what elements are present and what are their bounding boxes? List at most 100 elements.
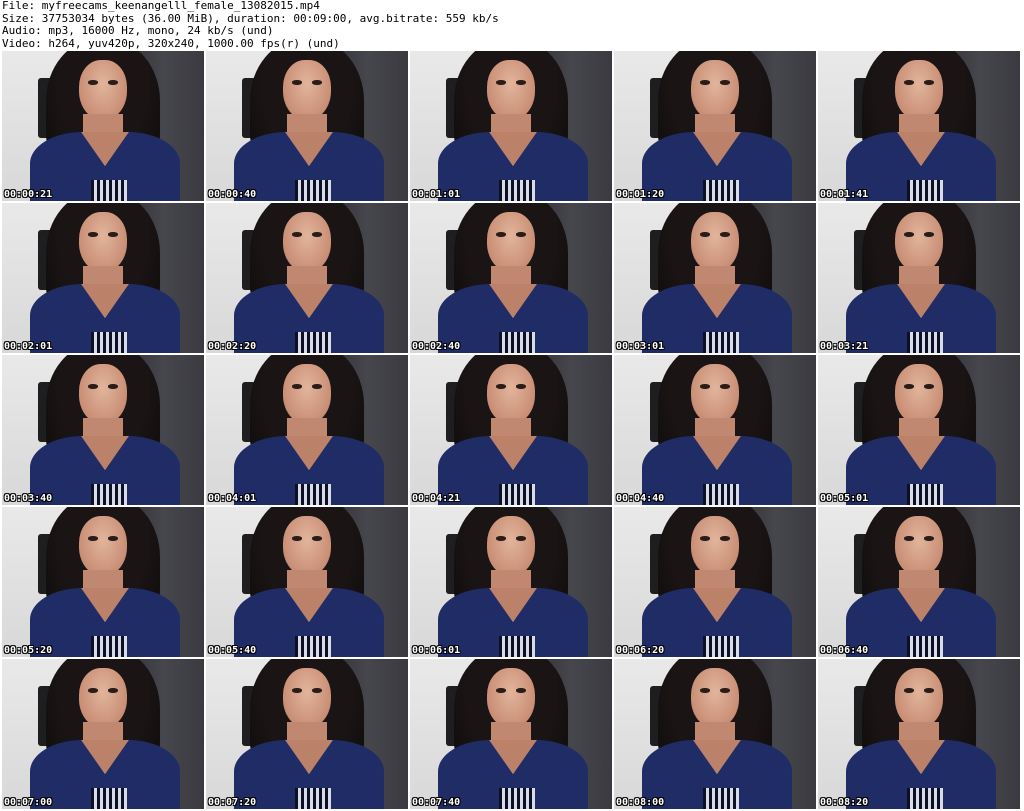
frame-stripes <box>906 788 944 809</box>
frame-stripes <box>498 332 536 353</box>
frame-face <box>690 516 740 576</box>
video-frame-thumbnail: 00:02:01 <box>2 203 204 353</box>
frame-stripes <box>498 180 536 201</box>
frame-stripes <box>294 484 332 505</box>
contact-sheet: File: myfreecams_keenangelll_female_1308… <box>0 0 1024 811</box>
video-frame-thumbnail: 00:05:01 <box>818 355 1020 505</box>
frame-face <box>486 364 536 424</box>
frame-timestamp: 00:00:40 <box>208 189 257 200</box>
frame-stripes <box>906 636 944 657</box>
frame-timestamp: 00:06:20 <box>616 645 665 656</box>
frame-face <box>486 516 536 576</box>
frame-stripes <box>294 788 332 809</box>
frame-timestamp: 00:03:21 <box>820 341 869 352</box>
frame-stripes <box>90 788 128 809</box>
video-frame-thumbnail: 00:00:21 <box>2 51 204 201</box>
frame-stripes <box>498 636 536 657</box>
thumbnail-grid: 00:00:21 00:00:40 00:01:01 00:01:20 00:01:41… <box>2 51 1020 809</box>
frame-face <box>690 212 740 272</box>
video-frame-thumbnail: 00:04:01 <box>206 355 408 505</box>
video-info-line: Video: h264, yuv420p, 320x240, 1000.00 f… <box>2 36 340 50</box>
frame-timestamp: 00:01:20 <box>616 189 665 200</box>
video-frame-thumbnail: 00:08:00 <box>614 659 816 809</box>
frame-face <box>282 60 332 120</box>
video-frame-thumbnail: 00:06:20 <box>614 507 816 657</box>
video-frame-thumbnail: 00:06:40 <box>818 507 1020 657</box>
frame-stripes <box>702 332 740 353</box>
video-frame-thumbnail: 00:07:20 <box>206 659 408 809</box>
video-frame-thumbnail: 00:02:40 <box>410 203 612 353</box>
video-frame-thumbnail: 00:02:20 <box>206 203 408 353</box>
frame-timestamp: 00:06:40 <box>820 645 869 656</box>
frame-stripes <box>90 332 128 353</box>
frame-stripes <box>294 636 332 657</box>
frame-timestamp: 00:06:01 <box>412 645 461 656</box>
frame-stripes <box>702 788 740 809</box>
frame-stripes <box>906 180 944 201</box>
frame-stripes <box>498 788 536 809</box>
frame-face <box>282 668 332 728</box>
frame-timestamp: 00:04:01 <box>208 493 257 504</box>
video-frame-thumbnail: 00:05:40 <box>206 507 408 657</box>
video-frame-thumbnail: 00:07:00 <box>2 659 204 809</box>
frame-timestamp: 00:01:01 <box>412 189 461 200</box>
frame-timestamp: 00:05:20 <box>4 645 53 656</box>
frame-stripes <box>294 180 332 201</box>
frame-stripes <box>702 180 740 201</box>
frame-face <box>282 212 332 272</box>
frame-timestamp: 00:07:20 <box>208 797 257 808</box>
video-frame-thumbnail: 00:00:40 <box>206 51 408 201</box>
frame-timestamp: 00:04:40 <box>616 493 665 504</box>
frame-face <box>690 60 740 120</box>
frame-timestamp: 00:04:21 <box>412 493 461 504</box>
frame-stripes <box>90 484 128 505</box>
frame-timestamp: 00:02:01 <box>4 341 53 352</box>
video-frame-thumbnail: 00:01:20 <box>614 51 816 201</box>
frame-stripes <box>498 484 536 505</box>
frame-timestamp: 00:08:20 <box>820 797 869 808</box>
file-info-line: File: myfreecams_keenangelll_female_1308… <box>2 0 320 12</box>
video-frame-thumbnail: 00:08:20 <box>818 659 1020 809</box>
video-frame-thumbnail: 00:03:01 <box>614 203 816 353</box>
frame-face <box>690 668 740 728</box>
audio-info-line: Audio: mp3, 16000 Hz, mono, 24 kb/s (und… <box>2 24 274 38</box>
frame-face <box>78 668 128 728</box>
frame-stripes <box>294 332 332 353</box>
frame-face <box>78 516 128 576</box>
frame-timestamp: 00:02:20 <box>208 341 257 352</box>
video-frame-thumbnail: 00:05:20 <box>2 507 204 657</box>
frame-face <box>486 668 536 728</box>
frame-face <box>282 364 332 424</box>
video-frame-thumbnail: 00:07:40 <box>410 659 612 809</box>
frame-face <box>78 60 128 120</box>
video-frame-thumbnail: 00:03:21 <box>818 203 1020 353</box>
frame-face <box>486 212 536 272</box>
frame-timestamp: 00:05:01 <box>820 493 869 504</box>
video-frame-thumbnail: 00:03:40 <box>2 355 204 505</box>
frame-face <box>894 364 944 424</box>
frame-timestamp: 00:03:40 <box>4 493 53 504</box>
frame-stripes <box>90 636 128 657</box>
frame-stripes <box>702 636 740 657</box>
frame-timestamp: 00:07:40 <box>412 797 461 808</box>
frame-face <box>894 60 944 120</box>
video-frame-thumbnail: 00:04:40 <box>614 355 816 505</box>
frame-stripes <box>906 332 944 353</box>
video-frame-thumbnail: 00:04:21 <box>410 355 612 505</box>
video-frame-thumbnail: 00:06:01 <box>410 507 612 657</box>
frame-timestamp: 00:03:01 <box>616 341 665 352</box>
frame-timestamp: 00:05:40 <box>208 645 257 656</box>
video-frame-thumbnail: 00:01:01 <box>410 51 612 201</box>
frame-timestamp: 00:08:00 <box>616 797 665 808</box>
frame-face <box>486 60 536 120</box>
frame-face <box>894 516 944 576</box>
frame-timestamp: 00:00:21 <box>4 189 53 200</box>
frame-face <box>78 212 128 272</box>
frame-stripes <box>906 484 944 505</box>
frame-face <box>282 516 332 576</box>
frame-timestamp: 00:01:41 <box>820 189 869 200</box>
frame-timestamp: 00:07:00 <box>4 797 53 808</box>
frame-face <box>78 364 128 424</box>
media-info-header: File: myfreecams_keenangelll_female_1308… <box>2 0 499 50</box>
frame-timestamp: 00:02:40 <box>412 341 461 352</box>
